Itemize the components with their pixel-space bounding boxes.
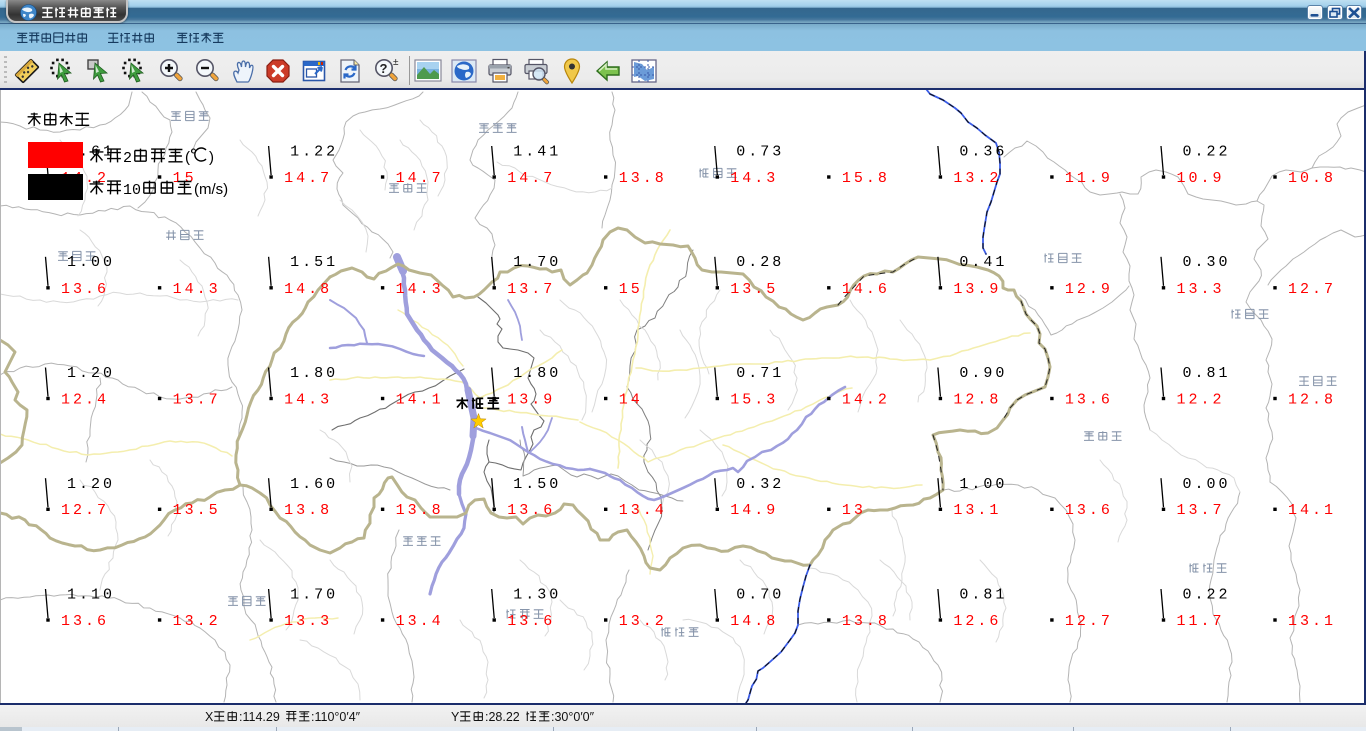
svg-text:X: X xyxy=(205,710,214,724)
svg-text::114.29: :114.29 xyxy=(239,710,280,724)
svg-text:Y: Y xyxy=(451,710,460,724)
svg-text::30°0′0″: :30°0′0″ xyxy=(551,710,595,724)
svg-text::110°0′4″: :110°0′4″ xyxy=(311,710,361,724)
svg-text::28.22: :28.22 xyxy=(485,710,520,724)
